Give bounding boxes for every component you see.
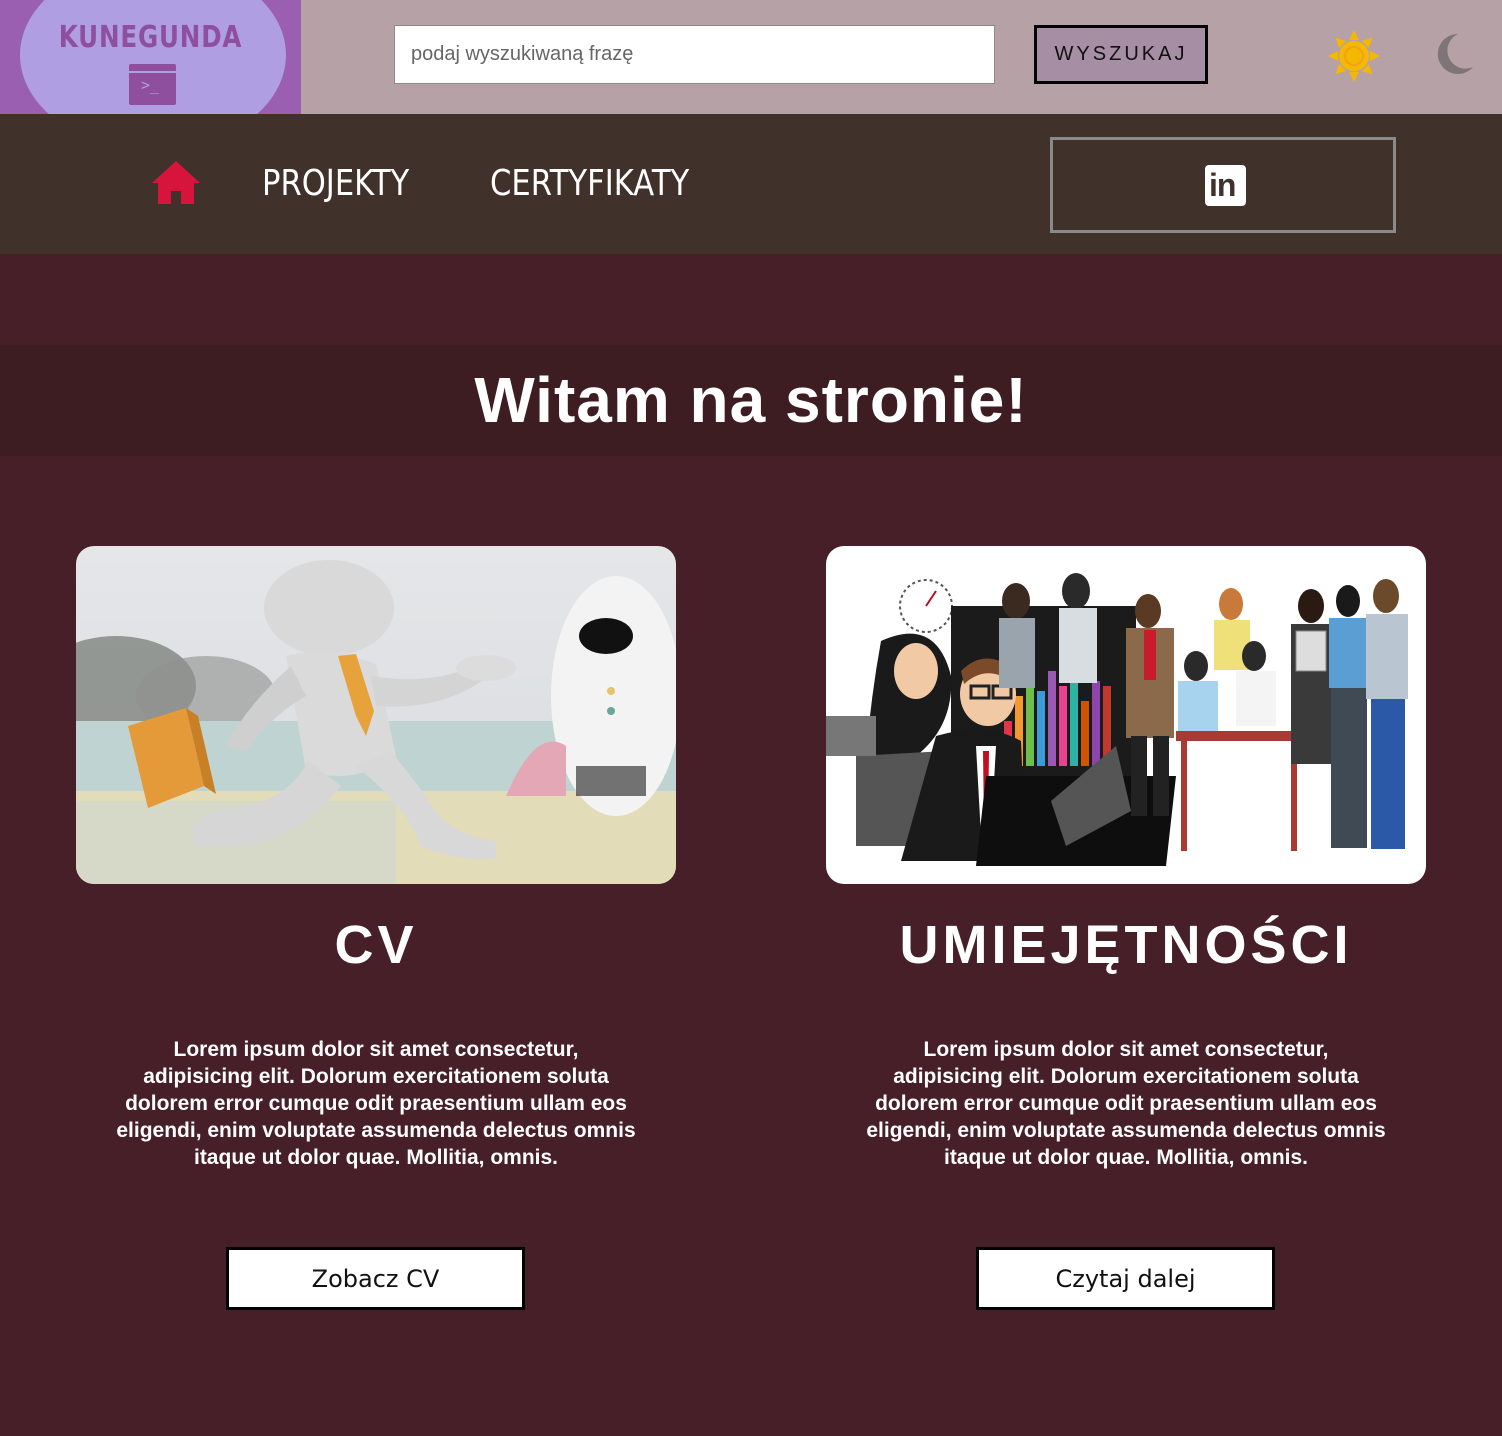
card-title: UMIEJĘTNOŚCI	[899, 915, 1353, 975]
card-skills: UMIEJĘTNOŚCI Lorem ipsum dolor sit amet …	[826, 546, 1426, 1310]
moon-icon[interactable]	[1434, 33, 1474, 75]
card-cv: CV Lorem ipsum dolor sit amet consectetu…	[76, 546, 676, 1310]
linkedin-button[interactable]: in	[1050, 137, 1396, 233]
view-cv-button[interactable]: Zobacz CV	[226, 1247, 525, 1310]
3d-man-running-with-briefcase-image	[76, 546, 676, 884]
card-text: Lorem ipsum dolor sit amet consectetur, …	[116, 1038, 636, 1169]
page-title: Witam na stronie!	[474, 364, 1028, 436]
read-more-button[interactable]: Czytaj dalej	[976, 1247, 1275, 1310]
sun-icon[interactable]	[1328, 30, 1380, 82]
search-button[interactable]: WYSZUKAJ	[1034, 25, 1208, 84]
top-bar: KUNEGUNDA >_ WYSZUKAJ	[0, 0, 1502, 114]
card-text: Lorem ipsum dolor sit amet consectetur, …	[866, 1038, 1386, 1169]
nav-link-certyfikaty[interactable]: CERTYFIKATY	[490, 160, 689, 208]
linkedin-icon: in	[1205, 165, 1246, 206]
home-icon[interactable]	[150, 159, 202, 205]
logo-text: KUNEGUNDA	[58, 20, 243, 55]
main-nav: PROJEKTY CERTYFIKATY in	[0, 114, 1502, 254]
terminal-icon: >_	[129, 64, 176, 105]
nav-link-projekty[interactable]: PROJEKTY	[262, 160, 409, 208]
card-title: CV	[334, 915, 418, 975]
logo[interactable]: KUNEGUNDA >_	[0, 0, 301, 114]
welcome-banner: Witam na stronie!	[0, 345, 1502, 456]
team-of-office-workers-illustration	[826, 546, 1426, 884]
search-input[interactable]	[394, 25, 995, 84]
